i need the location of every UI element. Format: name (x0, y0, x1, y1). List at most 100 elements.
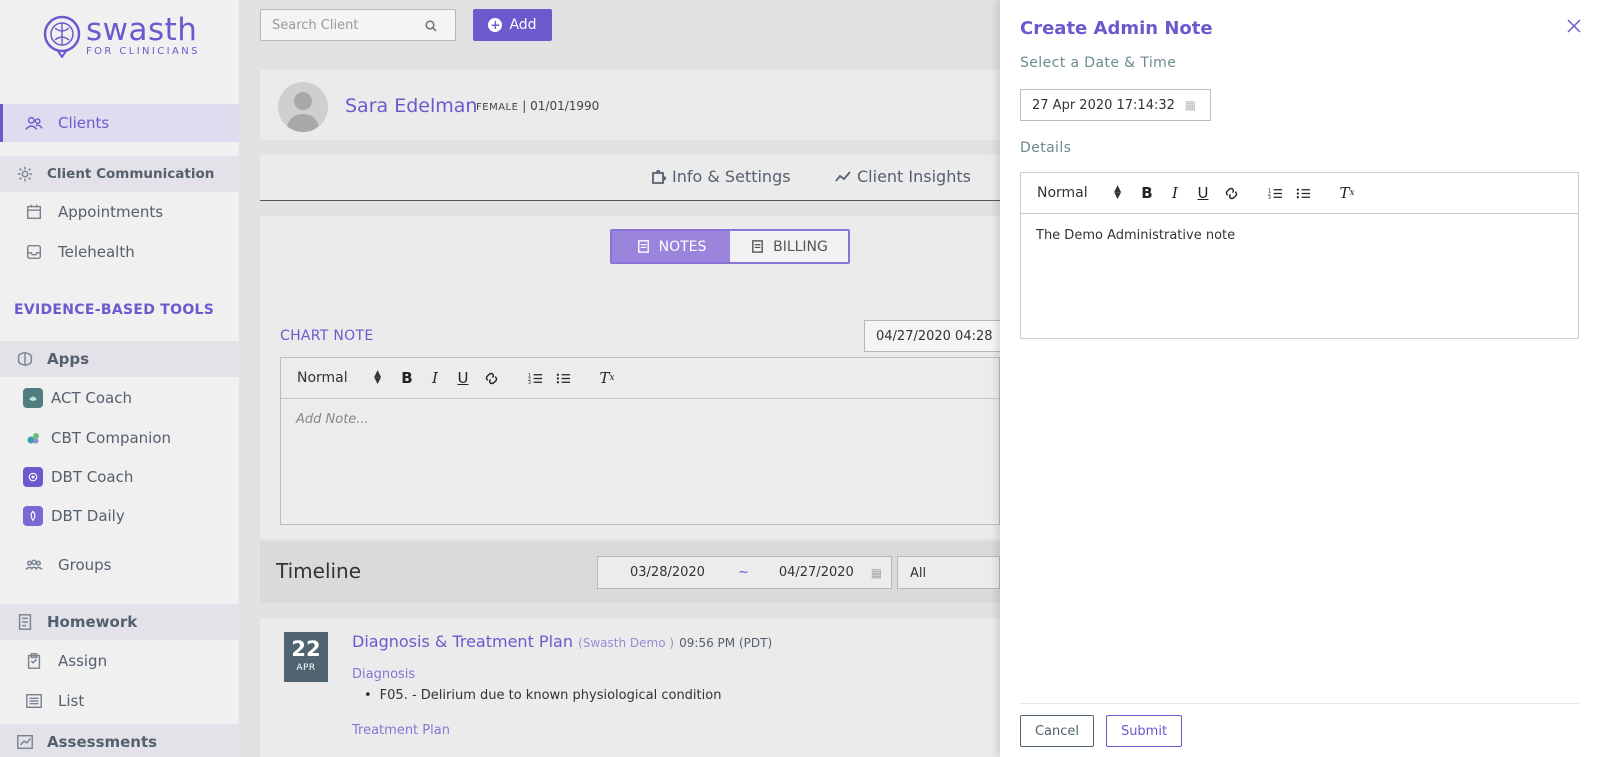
sidebar-item-label: ACT Coach (51, 389, 132, 407)
gear-icon (15, 164, 35, 184)
add-label: Add (509, 17, 537, 33)
sidebar-item-dbt-coach[interactable]: DBT Coach (0, 461, 239, 493)
entry-time: 09:56 PM (PDT) (679, 636, 773, 650)
entry-title[interactable]: Diagnosis & Treatment Plan (Swasth Demo … (352, 632, 772, 651)
link-icon[interactable] (477, 367, 505, 389)
clear-format-icon[interactable]: Tx (593, 367, 621, 389)
sidebar-item-label: DBT Daily (51, 507, 125, 525)
group-icon (24, 555, 44, 575)
timeline-header: Timeline 03/28/2020 ~ 04/27/2020 ▦ All (260, 541, 1000, 603)
sidebar-item-assessments[interactable]: Assessments (0, 724, 239, 757)
billing-tab-button[interactable]: BILLING (730, 231, 848, 262)
svg-text:3: 3 (528, 380, 531, 386)
bold-icon[interactable]: B (393, 367, 421, 389)
sidebar-item-label: Client Communication (47, 166, 215, 182)
timeline-filter-select[interactable]: All (897, 556, 1000, 589)
range-from: 03/28/2020 (630, 565, 705, 580)
submit-button[interactable]: Submit (1106, 715, 1182, 747)
tab-info-settings[interactable]: Info & Settings (650, 167, 791, 186)
chart-note-body[interactable]: Add Note... (281, 399, 999, 440)
sidebar-item-clients[interactable]: Clients (0, 104, 239, 142)
client-sex: FEMALE (476, 102, 519, 113)
sidebar-item-label: Clients (58, 114, 110, 132)
users-icon (24, 113, 44, 133)
sidebar-item-label: Homework (47, 613, 138, 631)
timeline-date-range[interactable]: 03/28/2020 ~ 04/27/2020 ▦ (597, 556, 892, 589)
brand-tagline: FOR CLINICIANS (86, 46, 200, 57)
bold-icon[interactable]: B (1133, 182, 1161, 204)
timeline-title: Timeline (276, 559, 362, 583)
format-select[interactable]: Normal ▲ ▼ (1037, 185, 1133, 202)
underline-icon[interactable]: U (1189, 182, 1217, 204)
cancel-button[interactable]: Cancel (1020, 715, 1094, 747)
details-body[interactable]: The Demo Administrative note (1021, 214, 1578, 257)
sidebar-item-cbt-companion[interactable]: CBT Companion (0, 422, 239, 454)
sidebar-item-telehealth[interactable]: Telehealth (0, 236, 239, 268)
chart-icon (15, 732, 35, 752)
diagnosis-item: F05. - Delirium due to known physiologic… (364, 688, 722, 703)
format-value: Normal (1037, 185, 1088, 201)
drawer-footer-divider (1020, 703, 1579, 704)
chart-note-date-input[interactable]: 04/27/2020 04:28 (864, 320, 1004, 352)
sidebar-item-apps[interactable]: Apps (0, 341, 239, 377)
logo[interactable]: swasth FOR CLINICIANS (42, 14, 200, 58)
sidebar-item-label: CBT Companion (51, 429, 172, 447)
notes-tab-button[interactable]: NOTES (612, 231, 730, 262)
bullet-list-icon[interactable] (549, 367, 577, 389)
sidebar-item-client-communication[interactable]: Client Communication (0, 156, 239, 192)
sidebar-item-list[interactable]: List (0, 685, 239, 717)
sidebar-item-groups[interactable]: Groups (0, 549, 239, 581)
format-value: Normal (297, 370, 348, 386)
ordered-list-icon[interactable]: 123 (521, 367, 549, 389)
sidebar-item-label: DBT Coach (51, 468, 134, 486)
bullet-list-icon[interactable] (1289, 182, 1317, 204)
sidebar-item-assign[interactable]: Assign (0, 645, 239, 677)
client-name[interactable]: Sara Edelman (345, 95, 477, 117)
range-to: 04/27/2020 (778, 565, 854, 580)
search-placeholder: Search Client (272, 17, 359, 33)
close-icon[interactable] (1567, 18, 1585, 36)
evidence-based-tools-heading: EVIDENCE-BASED TOOLS (14, 302, 215, 318)
italic-icon[interactable]: I (1161, 182, 1189, 204)
clear-format-icon[interactable]: Tx (1333, 182, 1361, 204)
chart-note-label: CHART NOTE (280, 328, 374, 344)
date-time-label: Select a Date & Time (1020, 55, 1177, 71)
sidebar-item-label: Assessments (47, 733, 158, 751)
editor-toolbar: Normal ▲ ▼ B I U 123 Tx (281, 358, 999, 399)
billing-label: BILLING (773, 238, 828, 255)
sidebar-item-dbt-daily[interactable]: DBT Daily (0, 500, 239, 532)
note-icon (637, 240, 649, 253)
entry-author: (Swasth Demo ) (578, 636, 675, 650)
client-header: Sara Edelman FEMALE | 01/01/1990 (260, 70, 1000, 140)
search-icon (425, 20, 437, 32)
calendar-icon: ▦ (1184, 98, 1196, 112)
client-meta: FEMALE | 01/01/1990 (476, 99, 600, 113)
note-date-input[interactable]: 27 Apr 2020 17:14:32 ▦ (1020, 89, 1211, 121)
sidebar-item-homework[interactable]: Homework (0, 604, 239, 640)
details-editor: Normal ▲ ▼ B I U 123 Tx The Demo Administ… (1020, 172, 1579, 339)
ordered-list-icon[interactable]: 123 (1261, 182, 1289, 204)
calendar-icon (24, 202, 44, 222)
sidebar-item-appointments[interactable]: Appointments (0, 196, 239, 228)
tab-label: Info & Settings (672, 167, 791, 186)
sidebar-item-act-coach[interactable]: ACT Coach (0, 382, 239, 414)
receipt-icon (752, 240, 763, 253)
dbt-daily-icon (23, 506, 43, 526)
plus-circle-icon: + (488, 18, 503, 32)
brain-logo-icon (43, 15, 81, 58)
dbt-coach-icon (23, 467, 43, 487)
link-icon[interactable] (1217, 182, 1245, 204)
sidebar-item-label: Apps (47, 350, 90, 368)
clipboard-icon (24, 651, 44, 671)
tab-client-insights[interactable]: Client Insights (835, 167, 971, 186)
format-select[interactable]: Normal ▲ ▼ (297, 369, 393, 387)
brain-icon (15, 349, 35, 369)
underline-icon[interactable]: U (449, 367, 477, 389)
italic-icon[interactable]: I (421, 367, 449, 389)
chart-note-editor: Normal ▲ ▼ B I U 123 Tx Add Note... (280, 357, 1000, 525)
sidebar-item-label: Appointments (58, 203, 164, 221)
add-client-button[interactable]: + Add (473, 9, 552, 41)
sort-arrows-icon: ▲ ▼ (374, 369, 381, 386)
search-input[interactable]: Search Client (260, 9, 456, 41)
avatar[interactable] (278, 82, 328, 132)
